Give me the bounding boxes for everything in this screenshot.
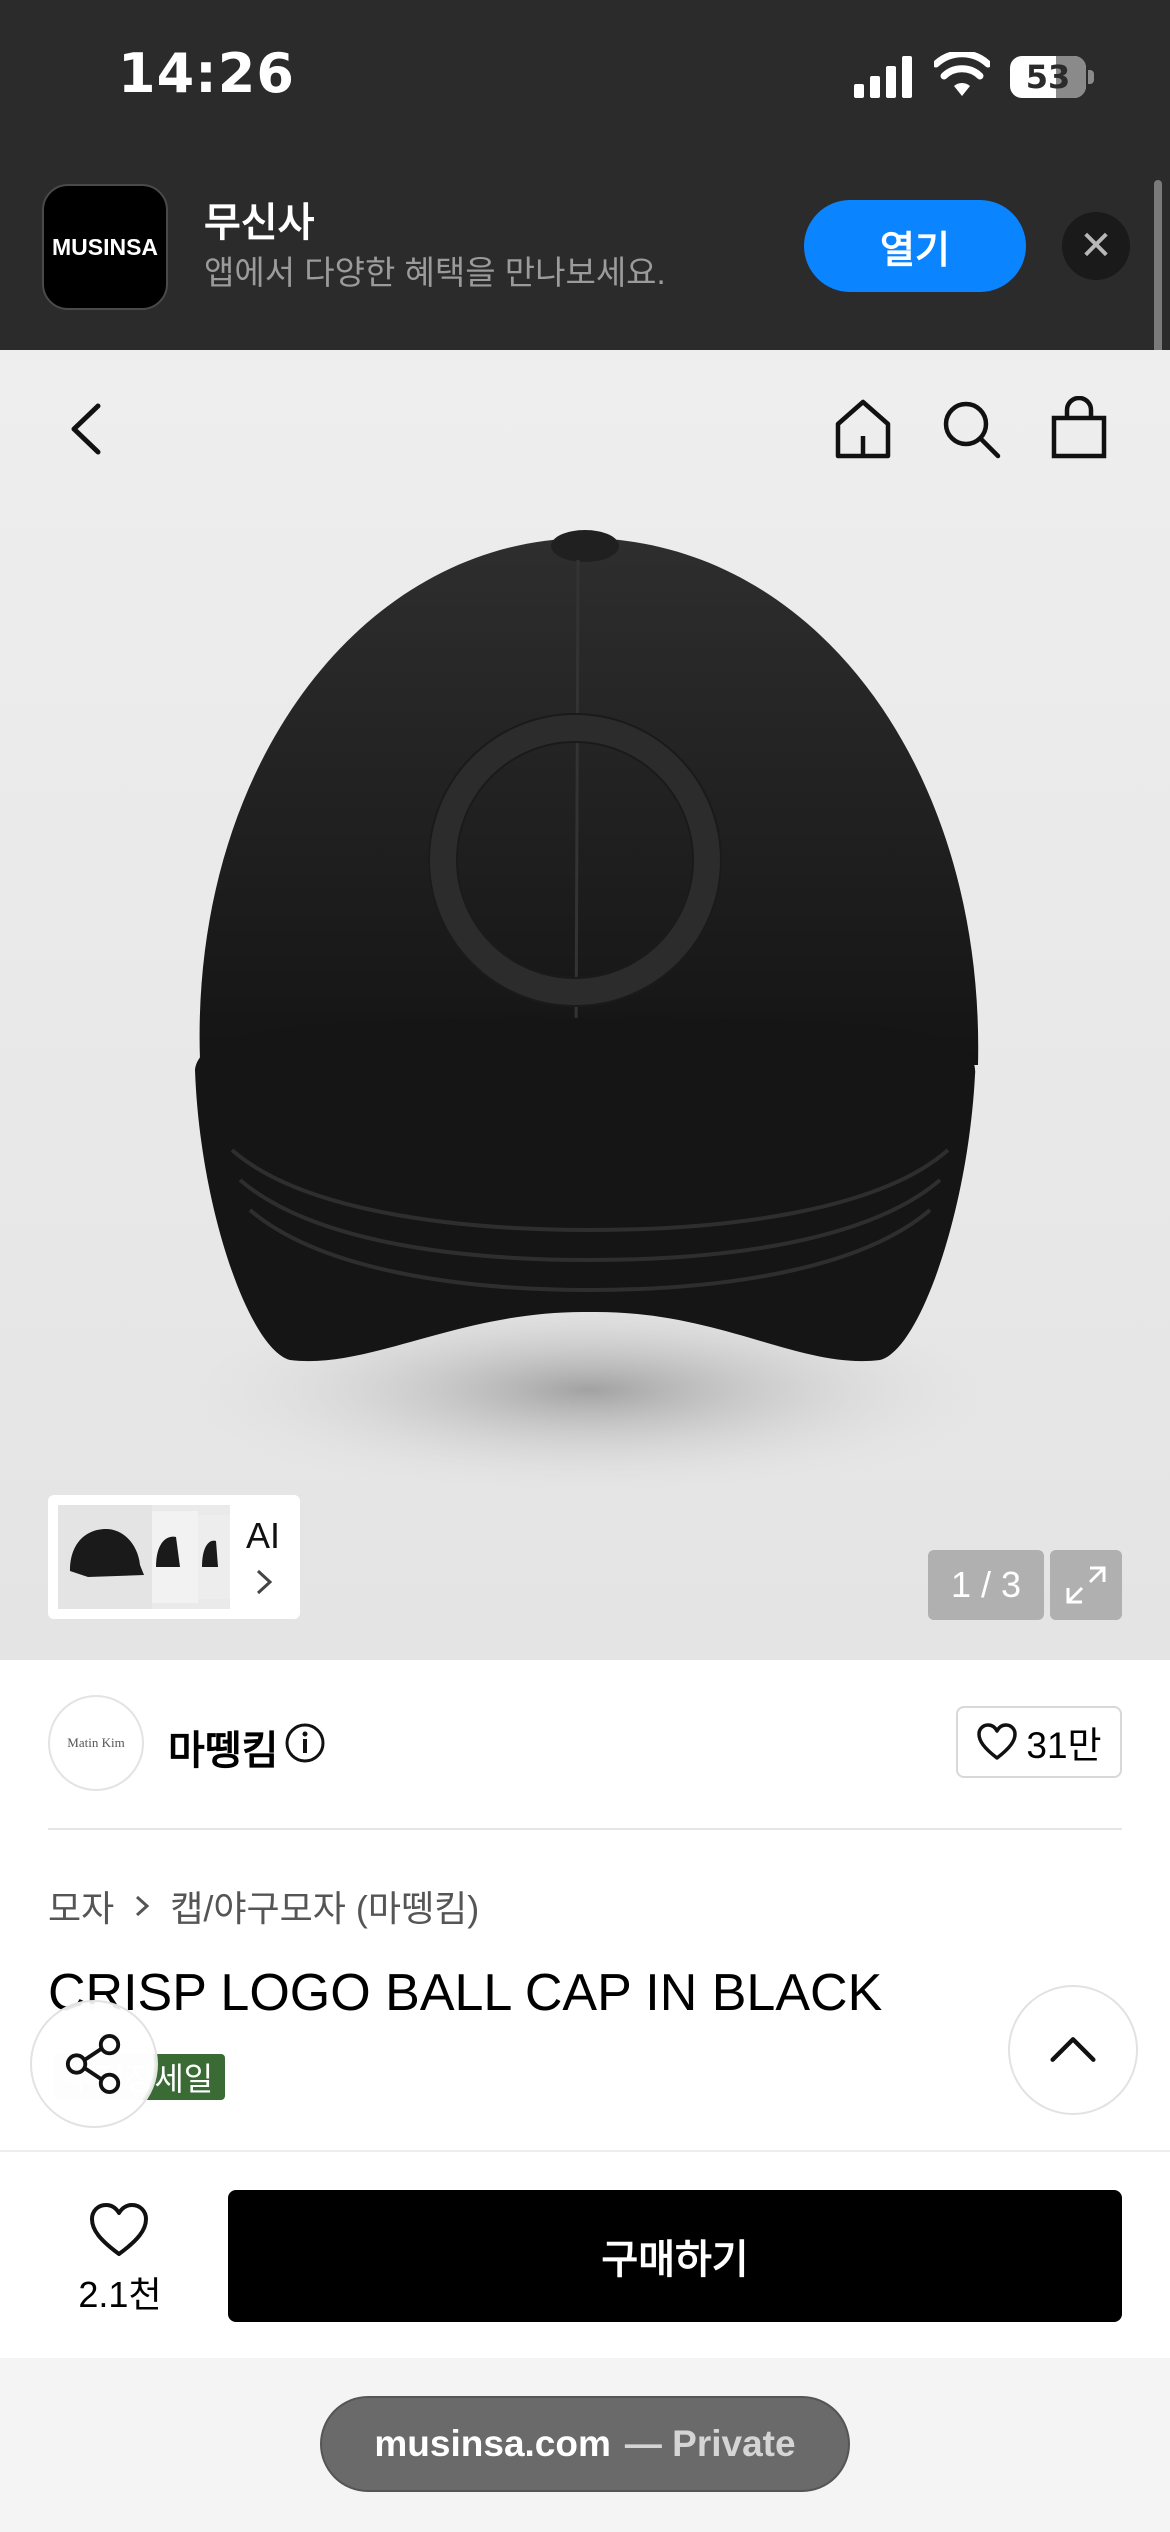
chevron-up-icon[interactable] xyxy=(1008,1985,1138,2115)
share-icon[interactable] xyxy=(30,2000,158,2128)
chevron-right-icon[interactable] xyxy=(252,1567,276,1597)
status-time: 14:26 xyxy=(118,42,295,105)
private-mode-label: — Private xyxy=(624,2423,796,2464)
thumbnail-strip[interactable]: AI xyxy=(48,1495,300,1619)
search-icon[interactable] xyxy=(938,396,1004,462)
breadcrumb-category[interactable]: 모자 xyxy=(48,1880,114,1932)
status-bar: 14:26 53 xyxy=(0,0,1170,160)
url-bar[interactable]: musinsa.com — Private xyxy=(320,2396,850,2492)
open-app-button[interactable]: 열기 xyxy=(804,200,1026,292)
page-indicator: 1 / 3 xyxy=(928,1550,1044,1620)
url-domain: musinsa.com xyxy=(374,2423,611,2464)
heart-icon xyxy=(977,1723,1018,1760)
product-image xyxy=(160,530,1020,1500)
breadcrumb-subcategory[interactable]: 캡/야구모자 (마뗑킴) xyxy=(170,1880,479,1932)
wishlist-count: 2.1천 xyxy=(78,2274,162,2315)
brand-like-button[interactable]: 31만 xyxy=(956,1706,1122,1778)
brand-like-count: 31만 xyxy=(1026,1725,1102,1766)
wishlist-heart-icon[interactable] xyxy=(88,2202,150,2258)
chevron-right-icon xyxy=(136,1895,150,1917)
browser-toolbar: musinsa.com — Private xyxy=(0,2358,1170,2532)
brand-logo[interactable]: Matin Kim xyxy=(48,1695,144,1791)
product-title: CRISP LOGO BALL CAP IN BLACK xyxy=(48,1964,883,2022)
close-icon[interactable]: ✕ xyxy=(1062,212,1130,280)
expand-icon[interactable] xyxy=(1050,1550,1122,1620)
battery-level: 53 xyxy=(1025,58,1071,96)
buy-button[interactable]: 구매하기 xyxy=(228,2190,1122,2322)
brand-name[interactable]: 마뗑킴 xyxy=(168,1718,278,1776)
breadcrumb: 모자 캡/야구모자 (마뗑킴) xyxy=(48,1880,479,1932)
ai-label[interactable]: AI xyxy=(246,1515,280,1557)
wifi-icon xyxy=(934,52,990,96)
divider xyxy=(48,1828,1122,1830)
product-image-gallery[interactable]: AI 1 / 3 xyxy=(0,350,1170,1660)
app-name: 무신사 xyxy=(204,201,315,245)
home-icon[interactable] xyxy=(830,396,896,462)
app-description: 앱에서 다양한 혜택을 만나보세요. xyxy=(204,254,666,291)
thumbnail-images[interactable] xyxy=(58,1505,230,1609)
shopping-bag-icon[interactable] xyxy=(1046,396,1112,462)
back-icon[interactable] xyxy=(56,396,122,462)
app-install-banner: MUSINSA 무신사 앱에서 다양한 혜택을 만나보세요. 열기 ✕ xyxy=(0,160,1170,350)
musinsa-app-logo: MUSINSA xyxy=(42,184,168,310)
info-icon[interactable] xyxy=(284,1722,326,1764)
battery-icon: 53 xyxy=(1010,56,1094,98)
signal-icon xyxy=(854,56,912,98)
purchase-bar: 2.1천 구매하기 xyxy=(0,2150,1170,2358)
